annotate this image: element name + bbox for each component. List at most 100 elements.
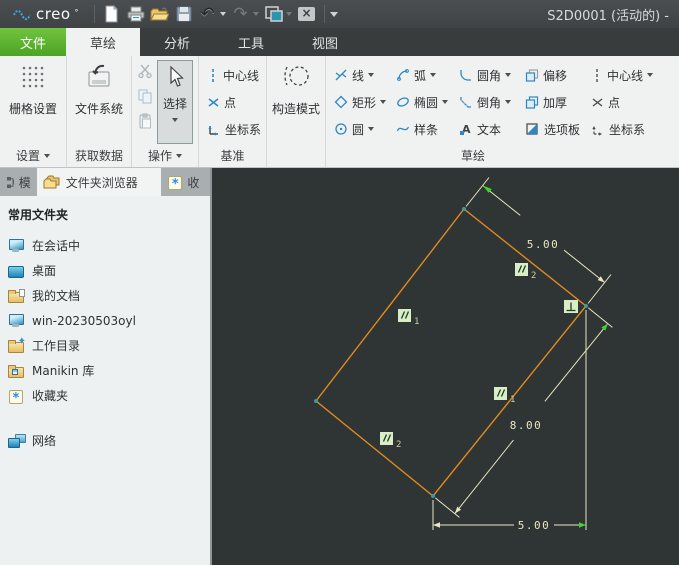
- group-label-sketch: 草绘: [461, 149, 486, 163]
- common-folders-header: 常用文件夹: [8, 208, 69, 222]
- grid-settings-button[interactable]: 栅格设置: [0, 56, 66, 117]
- ribbon-group-get-data: 文件系统 获取数据: [67, 56, 132, 167]
- text-button[interactable]: A 文本: [451, 117, 517, 141]
- save-button[interactable]: [172, 2, 196, 26]
- cut-icon: [138, 64, 152, 79]
- datum-csys-button[interactable]: 坐标系: [199, 117, 266, 141]
- undo-button[interactable]: ↶: [196, 2, 220, 26]
- dropdown-arrow-icon[interactable]: [430, 73, 437, 77]
- thicken-button[interactable]: 加厚: [517, 90, 583, 114]
- line-button[interactable]: 线: [326, 63, 388, 87]
- point-cross-icon: [208, 97, 219, 107]
- ribbon-group-construction: 构造模式: [267, 56, 326, 167]
- select-button[interactable]: 选择: [157, 60, 193, 144]
- tab-file[interactable]: 文件: [0, 28, 66, 56]
- vertex-dot[interactable]: [314, 399, 318, 403]
- vertex-dot[interactable]: [431, 494, 435, 498]
- close-icon: ×: [298, 7, 315, 21]
- rectangle-icon: [334, 95, 348, 109]
- undo-dropdown-arrow-icon[interactable]: [219, 12, 226, 16]
- window-switch-button[interactable]: [262, 2, 286, 26]
- tab-tools[interactable]: 工具: [214, 28, 288, 56]
- rectangle-button[interactable]: 矩形: [326, 90, 388, 114]
- folder-item-my-documents[interactable]: 我的文档: [8, 283, 210, 308]
- dim-arrowhead: [433, 522, 440, 528]
- tab-model-tree[interactable]: 模: [0, 168, 37, 196]
- vertex-dot[interactable]: [584, 304, 588, 308]
- chamfer-button[interactable]: 倒角: [451, 90, 517, 114]
- geometry-point-button[interactable]: 点: [583, 90, 673, 114]
- folder-item-computer[interactable]: win-20230503oyl: [8, 308, 210, 333]
- sketch-drawing: 5.00 8.00 5.00 2 1 1 2: [314, 177, 613, 532]
- sketch-rectangle[interactable]: [315, 208, 587, 497]
- open-file-button[interactable]: [148, 2, 172, 26]
- ribbon-tab-bar: 文件 草绘 分析 工具 视图: [0, 28, 679, 56]
- in-session-icon: [8, 238, 25, 253]
- model-tree-icon: [7, 176, 14, 188]
- new-file-button[interactable]: [100, 2, 124, 26]
- fillet-icon: [460, 70, 471, 81]
- file-system-button[interactable]: 文件系统: [67, 56, 131, 117]
- folder-item-desktop[interactable]: 桌面: [8, 258, 210, 283]
- dropdown-arrow-icon[interactable]: [505, 73, 512, 77]
- geometry-centerline-button[interactable]: 中心线: [583, 63, 673, 87]
- folder-item-manikin-library[interactable]: Manikin 库: [8, 358, 210, 383]
- sketch-canvas[interactable]: 5.00 8.00 5.00 2 1 1 2: [212, 168, 679, 565]
- circle-button[interactable]: 圆: [326, 117, 388, 141]
- tab-folder-browser[interactable]: 文件夹浏览器: [36, 168, 162, 196]
- geometry-csys-button[interactable]: 坐标系: [583, 117, 673, 141]
- group-label-operations[interactable]: 操作: [132, 147, 198, 164]
- offset-button[interactable]: 偏移: [517, 63, 583, 87]
- parallel-constraint-badge-1b[interactable]: [494, 387, 507, 400]
- datum-centerline-button[interactable]: 中心线: [199, 63, 266, 87]
- parallel-constraint-badge-2a[interactable]: [515, 263, 528, 276]
- select-cursor-icon: [170, 65, 184, 87]
- palette-icon: [526, 123, 538, 135]
- grid-settings-label: 栅格设置: [8, 102, 57, 116]
- dimension-value-top[interactable]: 5.00: [527, 238, 560, 251]
- group-label-settings[interactable]: 设置: [0, 147, 66, 164]
- parallel-subscript: 2: [396, 440, 401, 450]
- navigator-tab-strip: 模 文件夹浏览器 收: [0, 168, 210, 196]
- toolbar-options-chevron-icon[interactable]: [329, 11, 338, 17]
- vertex-dot[interactable]: [462, 207, 466, 211]
- dimension-value-bottom[interactable]: 5.00: [518, 519, 551, 532]
- tab-favorites[interactable]: 收: [161, 168, 210, 196]
- tab-view[interactable]: 视图: [288, 28, 362, 56]
- close-window-button[interactable]: ×: [295, 2, 319, 26]
- construction-mode-label: 构造模式: [271, 102, 320, 116]
- dropdown-arrow-icon[interactable]: [505, 100, 512, 104]
- dropdown-arrow-icon[interactable]: [647, 73, 654, 77]
- ribbon-group-operations: 选择 操作: [132, 56, 199, 167]
- tab-sketch[interactable]: 草绘: [66, 28, 140, 56]
- perpendicular-constraint-badge[interactable]: [564, 300, 578, 313]
- dropdown-arrow-icon[interactable]: [368, 127, 375, 131]
- coordinate-system-icon: [592, 126, 602, 136]
- folder-item-in-session[interactable]: 在会话中: [8, 233, 210, 258]
- fillet-button[interactable]: 圆角: [451, 63, 517, 87]
- offset-icon: [525, 69, 539, 82]
- redo-icon: ↷: [233, 4, 248, 24]
- parallel-constraint-badge-1a[interactable]: [398, 309, 411, 322]
- folder-item-working-directory[interactable]: ✦ 工作目录: [8, 333, 210, 358]
- dimension-value-right[interactable]: 8.00: [510, 419, 543, 432]
- print-button[interactable]: [124, 2, 148, 26]
- tab-analysis[interactable]: 分析: [140, 28, 214, 56]
- parallel-constraint-badge-2b[interactable]: [380, 432, 393, 445]
- construction-mode-button[interactable]: 构造模式: [267, 56, 325, 117]
- datum-point-button[interactable]: 点: [199, 90, 266, 114]
- documents-folder-icon: [8, 288, 25, 303]
- arc-button[interactable]: 弧: [388, 63, 451, 87]
- dropdown-arrow-icon[interactable]: [368, 73, 375, 77]
- spline-button[interactable]: 样条: [388, 117, 451, 141]
- dropdown-arrow-icon[interactable]: [380, 100, 387, 104]
- folder-item-network[interactable]: 网络: [8, 428, 210, 453]
- folder-item-favorites[interactable]: 收藏夹: [8, 383, 210, 408]
- ellipse-button[interactable]: 椭圆: [388, 90, 451, 114]
- group-label-datum: 基准: [220, 149, 245, 163]
- palette-button[interactable]: 选项板: [517, 117, 583, 141]
- dropdown-arrow-icon[interactable]: [442, 100, 449, 104]
- redo-button[interactable]: ↷: [229, 2, 253, 26]
- network-icon: [8, 433, 26, 448]
- folder-stack-icon: [43, 175, 60, 189]
